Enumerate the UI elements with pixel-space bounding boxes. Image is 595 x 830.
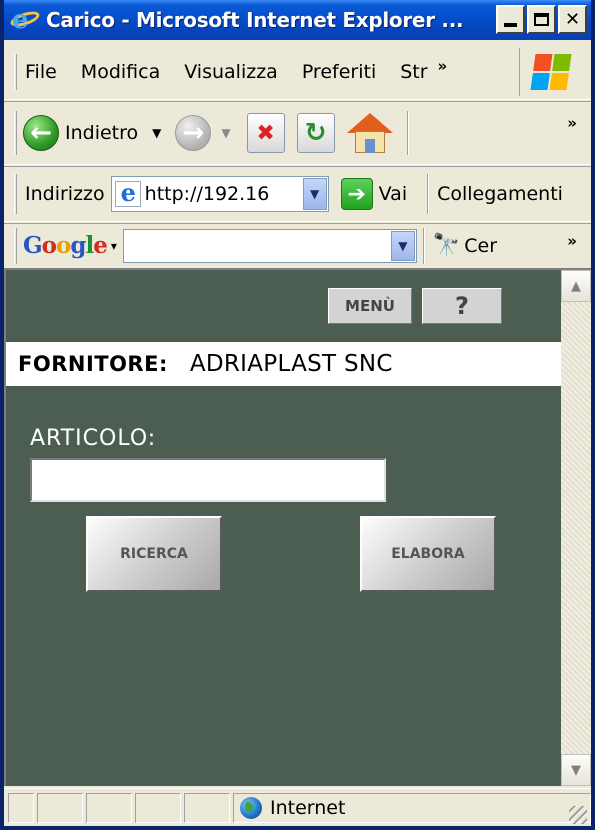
back-arrow-icon[interactable]: ← xyxy=(23,115,59,151)
status-pane xyxy=(8,792,34,823)
page-content: MENÙ ? FORNITORE: ADRIAPLAST SNC ARTICOL… xyxy=(4,268,561,786)
process-button[interactable]: ELABORA xyxy=(360,516,496,592)
title-bar[interactable]: e Carico - Microsoft Internet Explorer .… xyxy=(4,0,591,40)
resize-grip-icon[interactable] xyxy=(569,806,587,824)
zone-label: Internet xyxy=(270,796,346,819)
google-search-button[interactable]: Cer xyxy=(464,235,497,257)
address-bar: Indirizzo http://192.16 ▼ ➔ Vai Collegam… xyxy=(4,166,591,222)
supplier-label: FORNITORE: xyxy=(18,352,168,376)
toolbar-grip[interactable] xyxy=(14,174,17,214)
close-button[interactable]: ✕ xyxy=(558,5,587,34)
vertical-scrollbar[interactable]: ▲ ▼ xyxy=(561,268,591,786)
menu-button[interactable]: MENÙ xyxy=(328,288,412,324)
help-button[interactable]: ? xyxy=(422,288,502,324)
supplier-header: FORNITORE: ADRIAPLAST SNC xyxy=(6,342,561,386)
maximize-icon xyxy=(534,13,549,26)
page-icon xyxy=(114,178,141,207)
address-url[interactable]: http://192.16 xyxy=(145,183,303,205)
minimize-button[interactable] xyxy=(496,5,525,34)
menu-overflow-chevron-icon[interactable]: » xyxy=(438,57,448,75)
windows-logo-icon xyxy=(519,48,581,96)
scroll-up-arrow-icon[interactable]: ▲ xyxy=(561,270,591,302)
address-dropdown-icon[interactable]: ▼ xyxy=(302,178,327,210)
menu-modifica[interactable]: Modifica xyxy=(81,61,160,83)
menu-preferiti[interactable]: Preferiti xyxy=(302,61,376,83)
article-input[interactable] xyxy=(30,458,386,502)
status-pane xyxy=(37,792,83,823)
google-menu-dropdown-icon[interactable]: ▾ xyxy=(111,239,117,253)
internet-explorer-icon: e xyxy=(8,5,42,35)
menu-strumenti[interactable]: Str xyxy=(400,61,427,83)
google-search-dropdown-icon[interactable]: ▼ xyxy=(390,230,415,261)
back-button-label[interactable]: Indietro xyxy=(65,122,138,144)
google-logo[interactable]: Google xyxy=(23,232,108,259)
toolbar-overflow-chevron-icon[interactable]: » xyxy=(567,114,577,132)
window-controls: ✕ xyxy=(496,5,587,34)
links-button[interactable]: Collegamenti xyxy=(437,183,563,205)
minimize-icon xyxy=(504,23,517,27)
refresh-icon[interactable]: ↻ xyxy=(296,113,335,153)
go-button[interactable]: Vai xyxy=(379,183,407,205)
menu-visualizza[interactable]: Visualizza xyxy=(184,61,278,83)
address-separator xyxy=(427,174,430,214)
status-pane xyxy=(135,792,181,823)
scroll-down-arrow-icon[interactable]: ▼ xyxy=(561,754,591,786)
security-zone[interactable]: Internet xyxy=(233,792,591,823)
google-toolbar: Google ▾ ▼ 🔭 Cer » xyxy=(4,223,591,267)
status-pane xyxy=(184,792,230,823)
standard-toolbar: ← Indietro ▼ → ▼ ✖ ↻ » xyxy=(4,101,591,165)
status-pane xyxy=(86,792,132,823)
menu-bar: File Modifica Visualizza Preferiti Str » xyxy=(4,44,591,100)
go-arrow-icon[interactable]: ➔ xyxy=(340,178,373,210)
browser-window: e Carico - Microsoft Internet Explorer .… xyxy=(0,0,595,830)
close-icon: ✕ xyxy=(564,9,581,30)
address-field[interactable]: http://192.16 ▼ xyxy=(110,176,329,212)
internet-globe-icon xyxy=(240,796,262,819)
google-separator xyxy=(422,227,425,264)
back-history-dropdown-icon[interactable]: ▼ xyxy=(152,126,161,140)
toolbar-grip[interactable] xyxy=(14,111,17,155)
search-button[interactable]: RICERCA xyxy=(86,516,222,592)
status-bar: Internet xyxy=(4,788,591,826)
address-label: Indirizzo xyxy=(25,183,105,205)
toolbar-grip[interactable] xyxy=(14,53,17,90)
toolbar-grip[interactable] xyxy=(14,227,17,264)
google-search-input[interactable]: ▼ xyxy=(122,228,417,263)
menu-file[interactable]: File xyxy=(25,61,57,83)
forward-history-dropdown-icon[interactable]: ▼ xyxy=(221,126,230,140)
article-label: ARTICOLO: xyxy=(30,426,157,451)
window-title: Carico - Microsoft Internet Explorer ... xyxy=(46,8,464,32)
google-overflow-chevron-icon[interactable]: » xyxy=(567,232,577,250)
forward-arrow-icon[interactable]: → xyxy=(175,115,212,151)
maximize-button[interactable] xyxy=(527,5,556,34)
home-icon[interactable] xyxy=(346,111,393,155)
stop-icon[interactable]: ✖ xyxy=(246,113,285,153)
supplier-value: ADRIAPLAST SNC xyxy=(189,351,393,377)
binoculars-icon[interactable]: 🔭 xyxy=(433,233,460,258)
toolbar-separator xyxy=(406,111,409,155)
